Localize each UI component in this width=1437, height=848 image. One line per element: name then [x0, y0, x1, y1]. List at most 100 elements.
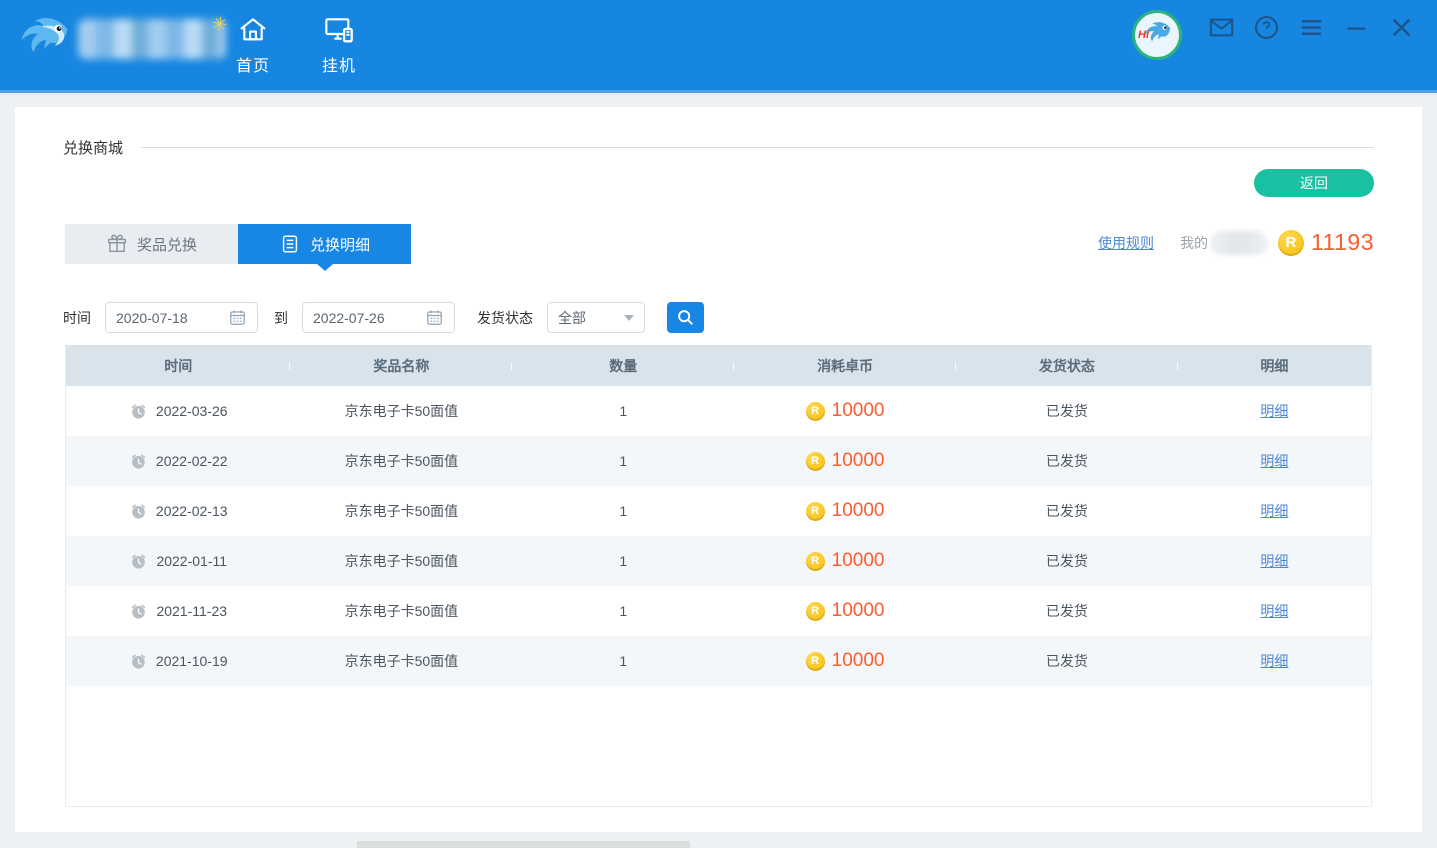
coin-icon: R: [806, 502, 825, 521]
row-date: 2021-10-19: [156, 653, 228, 669]
row-detail-cell: 明细: [1178, 501, 1371, 521]
clock-icon: [129, 602, 148, 621]
row-time-cell: 2022-01-11: [66, 552, 290, 571]
clock-icon: [129, 402, 148, 421]
app-window: ✳ 首页 挂机: [0, 0, 1437, 848]
row-time-cell: 2021-10-19: [66, 652, 290, 671]
row-detail-cell: 明细: [1178, 401, 1371, 421]
username-blurred: [1210, 231, 1268, 255]
row-date: 2022-03-26: [156, 403, 228, 419]
hamburger-menu-icon[interactable]: [1298, 14, 1325, 41]
coin-balance: 11193: [1311, 229, 1374, 256]
coin-icon: R: [806, 402, 825, 421]
table-row: 2021-11-23 京东电子卡50面值 1 R 10000 已发货 明细: [66, 586, 1371, 636]
search-button[interactable]: [667, 302, 704, 333]
titlebar: ✳ 首页 挂机: [0, 0, 1437, 93]
minimize-icon[interactable]: [1343, 14, 1370, 41]
row-shipping-status: 已发货: [956, 551, 1178, 571]
user-avatar[interactable]: Hi: [1132, 10, 1182, 60]
usage-rules-link[interactable]: 使用规则: [1098, 233, 1154, 253]
coin-icon: R: [806, 452, 825, 471]
nav-idle-label: 挂机: [322, 52, 356, 76]
row-quantity: 1: [512, 553, 734, 569]
row-date: 2022-01-11: [156, 553, 227, 569]
status-select-value: 全部: [558, 308, 624, 328]
table-row: 2022-02-22 京东电子卡50面值 1 R 10000 已发货 明细: [66, 436, 1371, 486]
row-prize-name: 京东电子卡50面值: [290, 601, 512, 621]
status-filter-label: 发货状态: [477, 308, 533, 328]
tab-prize-exchange[interactable]: 奖品兑换: [65, 224, 238, 264]
row-detail-cell: 明细: [1178, 551, 1371, 571]
close-icon[interactable]: [1388, 14, 1415, 41]
row-detail-cell: 明细: [1178, 651, 1371, 671]
tab-bar: 奖品兑换 兑换明细: [65, 224, 411, 264]
help-icon[interactable]: [1253, 14, 1280, 41]
titlebar-controls: [1208, 14, 1415, 41]
tab-exchange-details[interactable]: 兑换明细: [238, 224, 411, 264]
date-from-value: 2020-07-18: [116, 310, 228, 326]
row-detail-link[interactable]: 明细: [1260, 603, 1288, 619]
table-header: 时间 奖品名称 数量 消耗卓币 发货状态 明细: [66, 345, 1371, 386]
time-filter-label: 时间: [63, 308, 91, 328]
status-select[interactable]: 全部: [547, 302, 645, 333]
page-title: 兑换商城: [63, 137, 123, 158]
to-label: 到: [274, 308, 288, 328]
avatar-hi-text: Hi: [1138, 29, 1149, 41]
main-panel: 兑换商城 返回 奖品兑换: [15, 107, 1422, 832]
titlebar-right: Hi: [1132, 0, 1415, 93]
row-prize-name: 京东电子卡50面值: [290, 651, 512, 671]
row-coins-value: 10000: [832, 600, 885, 622]
row-shipping-status: 已发货: [956, 451, 1178, 471]
home-icon: [237, 14, 269, 46]
exchange-history-table: 时间 奖品名称 数量 消耗卓币 发货状态 明细 2022-03-26 京东电子卡…: [65, 345, 1372, 807]
row-quantity: 1: [512, 603, 734, 619]
idle-monitor-phone-icon: [323, 14, 355, 46]
row-detail-link[interactable]: 明细: [1260, 653, 1288, 669]
chevron-down-icon: [624, 315, 634, 321]
row-quantity: 1: [512, 403, 734, 419]
col-header-prize: 奖品名称: [290, 356, 512, 376]
row-detail-link[interactable]: 明细: [1260, 453, 1288, 469]
row-coins-cell: R 10000: [734, 600, 956, 622]
row-date: 2022-02-13: [156, 503, 228, 519]
app-name-blurred: [78, 19, 226, 59]
col-header-coins: 消耗卓币: [734, 356, 956, 376]
mail-icon[interactable]: [1208, 14, 1235, 41]
row-coins-value: 10000: [832, 650, 885, 672]
date-from-input[interactable]: 2020-07-18: [105, 302, 258, 333]
table-body: 2022-03-26 京东电子卡50面值 1 R 10000 已发货 明细 20…: [66, 386, 1371, 686]
date-to-input[interactable]: 2022-07-26: [302, 302, 455, 333]
row-time-cell: 2022-02-22: [66, 452, 290, 471]
search-icon: [675, 307, 696, 328]
nav-idle[interactable]: 挂机: [308, 14, 370, 76]
gift-icon: [106, 233, 128, 255]
section-divider: [141, 147, 1374, 148]
col-header-time: 时间: [66, 356, 290, 376]
row-time-cell: 2021-11-23: [66, 602, 290, 621]
background-taskbar-sliver: [357, 841, 690, 848]
row-coins-cell: R 10000: [734, 650, 956, 672]
row-prize-name: 京东电子卡50面值: [290, 501, 512, 521]
tab-prize-exchange-label: 奖品兑换: [137, 234, 197, 255]
row-shipping-status: 已发货: [956, 601, 1178, 621]
row-date: 2022-02-22: [156, 453, 228, 469]
row-coins-cell: R 10000: [734, 550, 956, 572]
row-shipping-status: 已发货: [956, 401, 1178, 421]
back-button[interactable]: 返回: [1254, 169, 1374, 197]
row-detail-link[interactable]: 明细: [1260, 503, 1288, 519]
row-shipping-status: 已发货: [956, 651, 1178, 671]
row-detail-cell: 明细: [1178, 601, 1371, 621]
row-detail-link[interactable]: 明细: [1260, 403, 1288, 419]
filter-bar: 时间 2020-07-18 到 2022-07-26: [63, 302, 704, 333]
calendar-icon: [425, 308, 444, 327]
table-row: 2021-10-19 京东电子卡50面值 1 R 10000 已发货 明细: [66, 636, 1371, 686]
nav-home[interactable]: 首页: [222, 14, 284, 76]
row-time-cell: 2022-03-26: [66, 402, 290, 421]
my-label: 我的: [1180, 233, 1208, 253]
row-shipping-status: 已发货: [956, 501, 1178, 521]
row-quantity: 1: [512, 653, 734, 669]
content-area: 兑换商城 返回 奖品兑换: [0, 96, 1437, 848]
titlebar-nav: 首页 挂机: [222, 14, 370, 76]
row-detail-link[interactable]: 明细: [1260, 553, 1288, 569]
coin-icon: R: [1278, 230, 1304, 256]
